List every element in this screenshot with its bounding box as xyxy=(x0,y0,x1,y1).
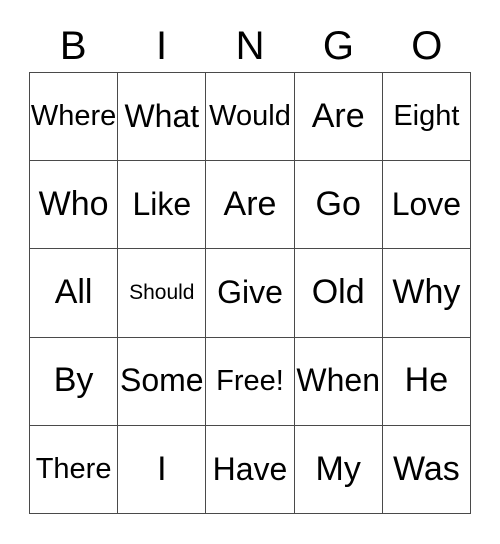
bingo-cell-label: Are xyxy=(223,184,277,223)
bingo-cell[interactable]: Have xyxy=(206,425,295,514)
bingo-header-row: B I N G O xyxy=(29,20,471,72)
bingo-cell[interactable]: Should xyxy=(118,249,207,338)
bingo-cell[interactable]: Where xyxy=(30,73,119,162)
bingo-cell-label: Would xyxy=(209,100,291,133)
bingo-cell[interactable]: Like xyxy=(118,161,207,250)
bingo-cell-label: All xyxy=(54,273,93,312)
bingo-cell-label: Go xyxy=(315,184,361,223)
bingo-cell[interactable]: Why xyxy=(382,249,471,338)
bingo-cell-label: Love xyxy=(391,185,462,222)
bingo-cell[interactable]: All xyxy=(30,249,119,338)
header-letter-g: G xyxy=(322,24,354,68)
header-letter-o: O xyxy=(411,24,443,68)
bingo-cell[interactable]: Go xyxy=(294,161,383,250)
bingo-grid: Where What Would Are Eight Who Like Are … xyxy=(29,72,471,514)
bingo-free-space-cell[interactable]: Free! xyxy=(206,337,295,426)
bingo-cell-label: My xyxy=(315,449,361,488)
bingo-cell-label: Old xyxy=(311,273,365,312)
bingo-cell[interactable]: Some xyxy=(118,337,207,426)
bingo-cell[interactable]: Eight xyxy=(382,73,471,162)
bingo-cell-label: Was xyxy=(393,449,460,488)
bingo-cell[interactable]: By xyxy=(30,337,119,426)
bingo-cell[interactable]: Was xyxy=(382,425,471,514)
bingo-cell-label: Have xyxy=(212,450,288,487)
bingo-cell-label: Eight xyxy=(393,100,460,133)
bingo-cell-label: Who xyxy=(38,184,109,223)
bingo-cell[interactable]: I xyxy=(118,425,207,514)
bingo-cell-label: Some xyxy=(120,362,204,399)
bingo-cell[interactable]: Are xyxy=(294,73,383,162)
header-letter-b: B xyxy=(59,24,87,68)
bingo-cell[interactable]: Give xyxy=(206,249,295,338)
bingo-cell-label: Like xyxy=(132,185,192,222)
bingo-cell-label: What xyxy=(124,97,200,134)
bingo-cell[interactable]: Old xyxy=(294,249,383,338)
header-letter-i: I xyxy=(156,24,168,68)
bingo-cell-label: Should xyxy=(129,280,195,304)
bingo-cell-label: He xyxy=(404,361,449,400)
bingo-cell-label: Give xyxy=(217,274,283,311)
bingo-free-space-label: Free! xyxy=(216,364,284,397)
bingo-cell[interactable]: What xyxy=(118,73,207,162)
bingo-cell-label: By xyxy=(53,361,94,400)
bingo-cell-label: I xyxy=(157,449,167,488)
bingo-cell[interactable]: Would xyxy=(206,73,295,162)
bingo-cell-label: There xyxy=(35,453,112,486)
bingo-cell[interactable]: My xyxy=(294,425,383,514)
bingo-cell[interactable]: When xyxy=(294,337,383,426)
bingo-cell[interactable]: There xyxy=(30,425,119,514)
header-letter-n: N xyxy=(235,24,265,68)
bingo-card: B I N G O Where What Would Are Eight Who… xyxy=(0,0,500,544)
bingo-cell[interactable]: Who xyxy=(30,161,119,250)
bingo-cell[interactable]: Are xyxy=(206,161,295,250)
bingo-cell-label: Why xyxy=(392,273,461,312)
bingo-cell[interactable]: He xyxy=(382,337,471,426)
bingo-cell-label: Where xyxy=(30,100,117,133)
bingo-cell[interactable]: Love xyxy=(382,161,471,250)
bingo-cell-label: Are xyxy=(311,96,365,135)
bingo-cell-label: When xyxy=(296,362,380,399)
